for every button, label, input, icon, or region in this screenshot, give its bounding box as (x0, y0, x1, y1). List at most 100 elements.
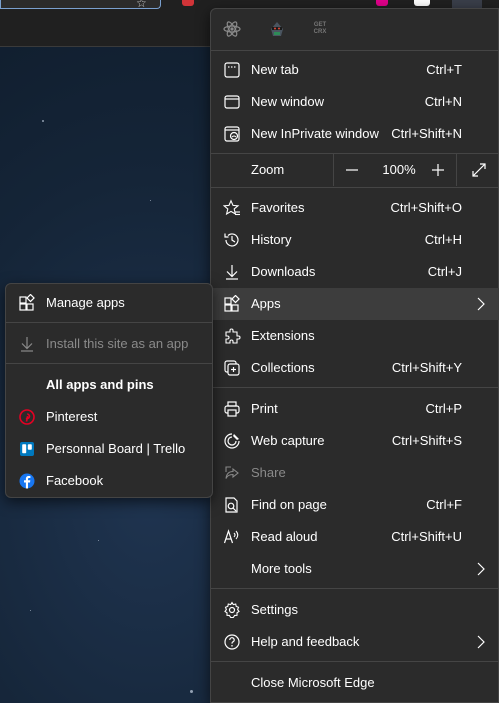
address-bar[interactable]: ☆ (0, 0, 161, 10)
zoom-controls: 100% (333, 154, 499, 186)
downloads-shortcut: Ctrl+J (427, 264, 462, 279)
background-star (150, 200, 151, 201)
history-item[interactable]: History Ctrl+H (211, 224, 499, 256)
plus-icon (432, 164, 444, 176)
download-icon (18, 335, 36, 353)
find-on-page-item[interactable]: Find on page Ctrl+F (211, 489, 499, 521)
history-shortcut: Ctrl+H (424, 232, 462, 247)
new-window-icon (222, 92, 242, 112)
share-item[interactable]: Share (211, 457, 499, 489)
new-inprivate-label: New InPrivate window (251, 126, 379, 141)
app-label: Pinterest (46, 409, 98, 424)
new-tab-item[interactable]: New tab Ctrl+T (211, 54, 499, 86)
favorites-icon (222, 198, 242, 218)
menu-separator (211, 387, 499, 388)
inprivate-icon (222, 124, 242, 144)
trello-icon (18, 440, 36, 458)
new-window-item[interactable]: New window Ctrl+N (211, 86, 499, 118)
app-label: Personnal Board | Trello (46, 441, 186, 456)
history-label: History (251, 232, 292, 247)
minus-icon (346, 169, 358, 171)
new-tab-label: New tab (251, 62, 299, 77)
zoom-out-button[interactable] (334, 154, 370, 186)
all-apps-header: All apps and pins (6, 369, 212, 401)
extension-icon[interactable] (182, 0, 194, 6)
downloads-item[interactable]: Downloads Ctrl+J (211, 256, 499, 288)
read-aloud-icon (222, 527, 242, 547)
background-star (98, 540, 99, 541)
downloads-icon (222, 262, 242, 282)
app-item-trello[interactable]: Personnal Board | Trello (6, 433, 212, 465)
favorites-shortcut: Ctrl+Shift+O (390, 200, 462, 215)
menu-separator (6, 322, 212, 323)
chevron-right-icon (474, 561, 488, 577)
help-feedback-item[interactable]: Help and feedback (211, 626, 499, 658)
app-item-pinterest[interactable]: Pinterest (6, 401, 212, 433)
close-edge-item[interactable]: Close Microsoft Edge (211, 667, 499, 699)
web-capture-icon (222, 431, 242, 451)
downloads-label: Downloads (251, 264, 316, 279)
chevron-right-icon (474, 634, 488, 650)
install-site-item[interactable]: Install this site as an app (6, 328, 212, 360)
apps-icon (222, 294, 242, 314)
favorites-item[interactable]: Favorites Ctrl+Shift+O (211, 192, 499, 224)
new-inprivate-shortcut: Ctrl+Shift+N (391, 126, 462, 141)
read-aloud-shortcut: Ctrl+Shift+U (391, 529, 462, 544)
extensions-label: Extensions (251, 328, 315, 343)
new-tab-icon (222, 60, 242, 80)
background-star (190, 690, 193, 693)
menu-separator (211, 187, 499, 188)
new-window-shortcut: Ctrl+N (424, 94, 462, 109)
close-edge-label: Close Microsoft Edge (251, 675, 375, 690)
settings-item[interactable]: Settings (211, 594, 499, 626)
chevron-right-icon (474, 296, 488, 312)
gear-icon (222, 600, 242, 620)
extensions-item[interactable]: Extensions (211, 320, 499, 352)
history-icon (222, 230, 242, 250)
menu-separator (6, 363, 212, 364)
apps-item[interactable]: Apps (211, 288, 499, 320)
extension-icon[interactable] (376, 0, 388, 6)
get-crx-text: GET (313, 22, 327, 28)
zoom-row: Zoom 100% (211, 154, 499, 186)
profile-icon[interactable] (414, 0, 430, 6)
print-item[interactable]: Print Ctrl+P (211, 393, 499, 425)
manage-apps-item[interactable]: Manage apps (6, 287, 212, 319)
favorite-star-icon[interactable]: ☆ (136, 0, 147, 10)
react-devtools-icon[interactable] (222, 19, 242, 39)
print-label: Print (251, 401, 278, 416)
settings-more-button[interactable] (452, 0, 482, 8)
all-apps-header-label: All apps and pins (46, 377, 154, 392)
share-label: Share (251, 465, 286, 480)
manage-apps-label: Manage apps (46, 295, 125, 310)
get-crx-icon[interactable]: GET CRX (310, 19, 330, 39)
more-tools-label: More tools (251, 561, 312, 576)
background-star (42, 120, 44, 122)
install-site-label: Install this site as an app (46, 336, 189, 351)
settings-label: Settings (251, 602, 298, 617)
help-feedback-label: Help and feedback (251, 634, 360, 649)
zoom-in-button[interactable] (420, 154, 456, 186)
app-label: Facebook (46, 473, 104, 488)
new-inprivate-item[interactable]: New InPrivate window Ctrl+Shift+N (211, 118, 499, 150)
collections-label: Collections (251, 360, 315, 375)
collections-item[interactable]: Collections Ctrl+Shift+Y (211, 352, 499, 384)
zoom-label: Zoom (251, 162, 285, 177)
ninja-extension-icon[interactable] (267, 19, 287, 39)
collections-shortcut: Ctrl+Shift+Y (391, 360, 462, 375)
read-aloud-item[interactable]: Read aloud Ctrl+Shift+U (211, 521, 499, 553)
collections-icon (222, 358, 242, 378)
apps-icon (18, 294, 36, 312)
more-tools-item[interactable]: More tools (211, 553, 499, 585)
read-aloud-label: Read aloud (251, 529, 318, 544)
extensions-icon (222, 326, 242, 346)
favorites-label: Favorites (251, 200, 305, 215)
help-icon (222, 632, 242, 652)
toolbar-divider (0, 46, 210, 47)
fullscreen-button[interactable] (456, 154, 499, 186)
web-capture-item[interactable]: Web capture Ctrl+Shift+S (211, 425, 499, 457)
menu-separator (211, 588, 499, 589)
background-star (30, 610, 31, 611)
extensions-bar: GET CRX (211, 9, 499, 49)
app-item-facebook[interactable]: Facebook (6, 465, 212, 497)
